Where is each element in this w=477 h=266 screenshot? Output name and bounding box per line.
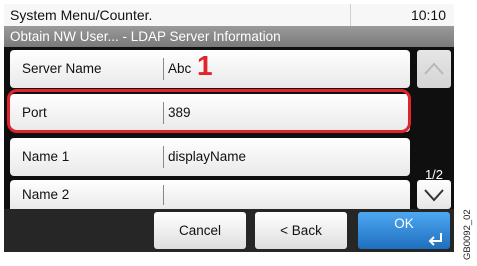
callout-number: 1 <box>197 50 213 81</box>
menu-title: System Menu/Counter. <box>4 4 350 26</box>
row-name-1[interactable]: Name 1 displayName <box>10 138 410 176</box>
enter-icon <box>428 233 442 246</box>
row-name-2[interactable]: Name 2 <box>10 180 410 209</box>
scroll-down-button[interactable] <box>417 180 451 209</box>
row-value <box>168 180 398 209</box>
document-code: GB0092_02 <box>462 209 473 260</box>
ok-label: OK <box>394 216 414 231</box>
row-label: Name 2 <box>22 187 70 202</box>
chevron-up-icon <box>424 62 444 75</box>
row-label: Name 1 <box>22 149 70 164</box>
scroll-up-button[interactable] <box>417 50 451 88</box>
status-bar: System Menu/Counter. 10:10 <box>4 4 454 26</box>
breadcrumb: Obtain NW User... - LDAP Server Informat… <box>4 26 454 47</box>
clock: 10:10 <box>350 4 454 26</box>
row-separator <box>163 58 164 80</box>
ok-button[interactable]: OK <box>358 212 450 249</box>
row-label: Server Name <box>22 61 102 76</box>
row-separator <box>163 146 164 168</box>
svg-text:GB0092_02: GB0092_02 <box>462 209 473 260</box>
action-bar: Cancel < Back OK <box>4 209 454 252</box>
back-button[interactable]: < Back <box>255 212 347 249</box>
cancel-button[interactable]: Cancel <box>154 212 246 249</box>
port-row-highlight <box>7 89 411 133</box>
chevron-down-icon <box>424 189 444 202</box>
row-value: displayName <box>168 149 247 164</box>
row-separator <box>163 185 164 205</box>
